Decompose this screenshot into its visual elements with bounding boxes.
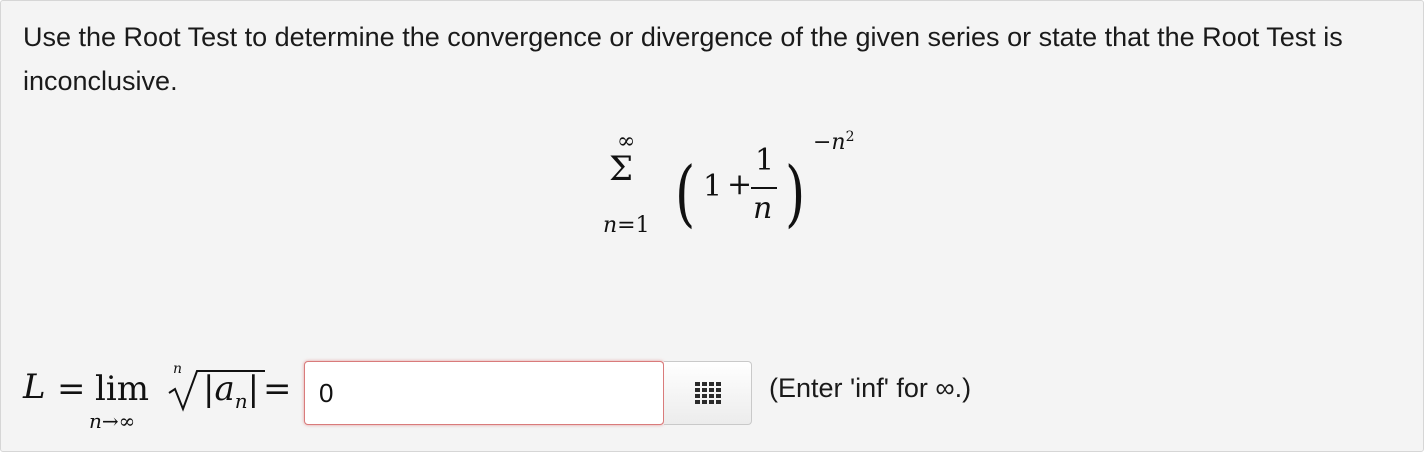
a-subscript: n	[234, 388, 248, 413]
input-hint: (Enter 'inf' for ∞.)	[769, 373, 972, 403]
term-plus: +	[727, 167, 753, 202]
exponent-power: 2	[845, 129, 855, 145]
fraction-numerator: 1	[755, 143, 775, 178]
answer-input[interactable]	[304, 361, 664, 425]
lim-operator: lim	[95, 369, 149, 409]
question-panel: Use the Root Test to determine the conve…	[0, 0, 1424, 452]
term-one: 1	[703, 169, 723, 204]
equals-sign: =	[57, 369, 86, 409]
left-paren: (	[675, 151, 696, 235]
sigma-symbol: Σ	[609, 149, 634, 189]
lim-subscript: n→∞	[89, 409, 135, 433]
absolute-a-n: |an|	[203, 369, 259, 413]
a-var: a	[214, 369, 235, 409]
equals-sign-2: =	[263, 369, 292, 409]
abs-open: |	[203, 369, 215, 409]
keypad-grid-icon	[695, 382, 721, 404]
fraction-denominator: n	[753, 191, 773, 226]
sum-lower-limit: n=1	[603, 213, 650, 238]
L-variable: L	[23, 367, 46, 407]
sum-index-var: n	[603, 213, 618, 238]
lim-sub-var: n	[89, 409, 102, 433]
sum-index-start: =1	[617, 213, 650, 238]
limit-expression: L = lim n→∞ n |an| =	[23, 361, 303, 447]
question-text: Use the Root Test to determine the conve…	[23, 22, 1343, 96]
math-palette-button[interactable]	[664, 361, 752, 425]
lim-sub-arrow: →∞	[101, 409, 136, 433]
exponent: −n2	[813, 129, 855, 155]
series-expression: ∞ Σ n=1 ( 1 + 1 n ) −n2	[595, 129, 875, 249]
abs-close: |	[247, 369, 260, 409]
exponent-base: −n	[813, 130, 846, 155]
right-paren: )	[785, 151, 806, 235]
fraction-bar	[751, 187, 777, 189]
